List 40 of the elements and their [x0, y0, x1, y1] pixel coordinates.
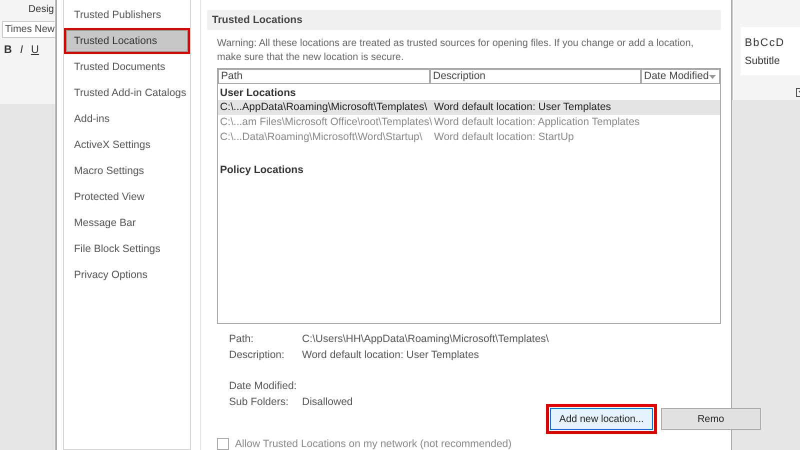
- sidebar-item[interactable]: Add-ins: [64, 106, 190, 132]
- column-header[interactable]: Description: [430, 69, 641, 84]
- dialog-button[interactable]: Remo: [660, 408, 761, 430]
- sidebar-item[interactable]: Message Bar: [64, 210, 190, 236]
- column-header[interactable]: Date Modified: [641, 69, 720, 84]
- checkbox-label: Allow Trusted Locations on my network (not recommended): [235, 438, 512, 450]
- detail-label: Sub Folders:: [229, 395, 290, 410]
- font-field[interactable]: Times New: [2, 21, 55, 38]
- section-header: Trusted Locations: [207, 10, 721, 30]
- checkbox[interactable]: [217, 438, 229, 450]
- sidebar-item[interactable]: Privacy Options: [64, 262, 190, 288]
- style-preview: BbCcD: [744, 37, 786, 49]
- detail-value: Disallowed: [302, 395, 353, 410]
- table-row[interactable]: C:\...AppData\Roaming\Microsoft\Templates\ Word default location: User Templates: [218, 100, 720, 115]
- ribbon-tab[interactable]: Desig: [28, 4, 54, 15]
- format-button[interactable]: B: [4, 44, 12, 56]
- detail-label: Date Modified:: [229, 379, 298, 394]
- group-heading: User Locations: [219, 86, 297, 100]
- sidebar-item[interactable]: Protected View: [64, 184, 190, 210]
- format-button[interactable]: U: [31, 44, 39, 56]
- column-header[interactable]: Path: [218, 69, 430, 84]
- warning-text: Warning: All these locations are treated as trusted sources for opening files. If you change or add a location, make sure that the new location is secure.: [216, 37, 695, 65]
- sidebar-item[interactable]: Trusted Locations: [64, 28, 190, 54]
- format-button[interactable]: I: [20, 44, 24, 56]
- sidebar-item[interactable]: Trusted Documents: [64, 54, 190, 80]
- sort-caret-icon: [708, 74, 716, 78]
- detail-value: Word default location: User Templates: [302, 348, 480, 363]
- table-row[interactable]: C:\...am Files\Microsoft Office\root\Templates\ Word default location: Application Templates: [218, 115, 720, 130]
- sidebar-item[interactable]: Trusted Publishers: [64, 2, 190, 28]
- table-row[interactable]: C:\...Data\Roaming\Microsoft\Word\Startup\ Word default location: StartUp: [218, 130, 720, 145]
- sidebar-item[interactable]: File Block Settings: [64, 236, 190, 262]
- style-name: Subtitle: [744, 55, 781, 67]
- sidebar-item[interactable]: Trusted Add-in Catalogs: [64, 80, 190, 106]
- sidebar-item[interactable]: ActiveX Settings: [64, 132, 190, 158]
- detail-label: Path:: [229, 332, 255, 347]
- group-heading: Policy Locations: [219, 163, 304, 177]
- detail-label: Description:: [229, 348, 286, 363]
- detail-value: C:\Users\HH\AppData\Roaming\Microsoft\Templates\: [302, 332, 549, 347]
- style-gallery[interactable]: BbCcD Subtitle: [740, 27, 800, 75]
- sidebar-item[interactable]: Macro Settings: [64, 158, 190, 184]
